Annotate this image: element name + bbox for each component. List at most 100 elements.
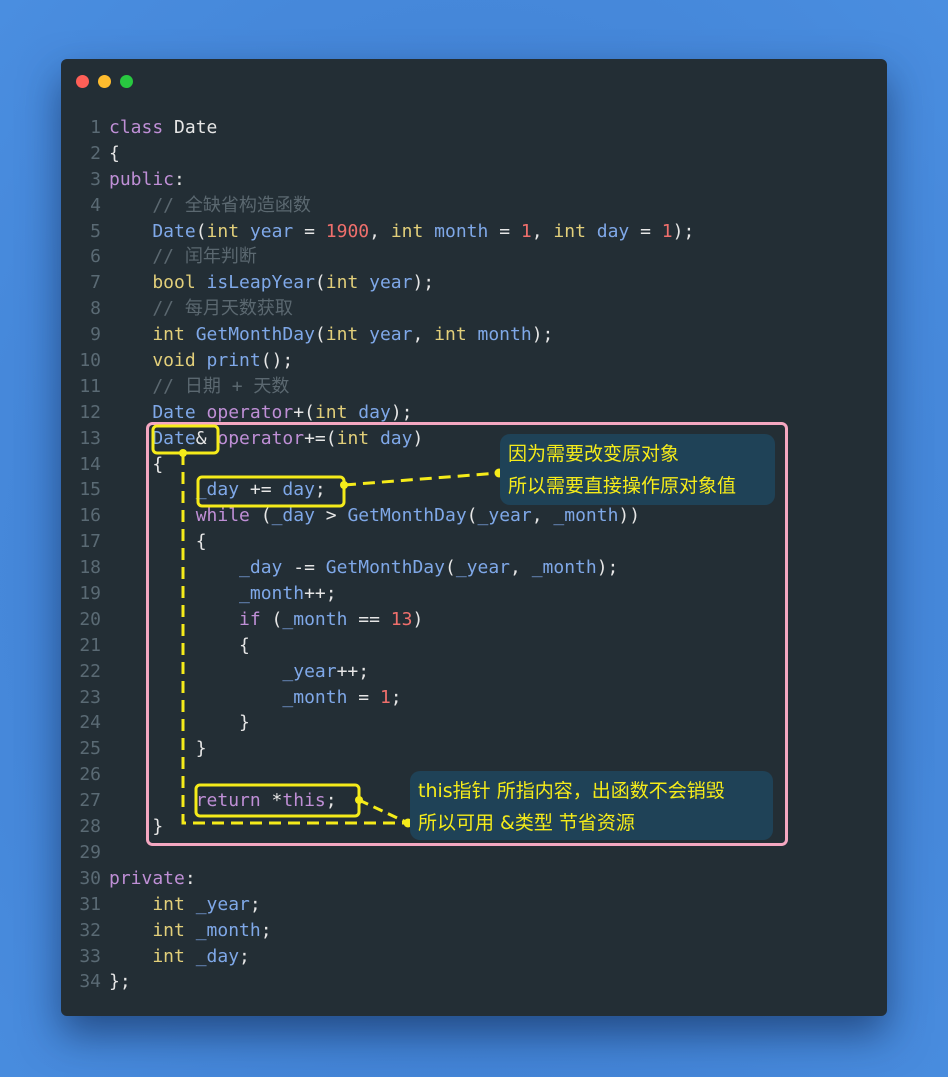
code-token: ; <box>314 479 326 501</box>
code-line: 11 // 日期 + 天数 <box>61 374 887 400</box>
code-token: Date <box>109 427 196 449</box>
code-text: private: <box>101 866 196 892</box>
code-token: == <box>347 608 391 630</box>
close-window-button[interactable] <box>76 75 89 88</box>
code-token: 1 <box>661 220 673 242</box>
callout-this-pointer: this指针 所指内容，出函数不会销毁 所以可用 &类型 节省资源 <box>410 771 773 840</box>
code-text: bool isLeapYear(int year); <box>101 270 434 296</box>
code-token: ); <box>412 272 435 294</box>
code-text: Date& operator+=(int day) <box>101 426 423 452</box>
code-text: } <box>101 814 163 840</box>
code-token: ( <box>444 557 456 579</box>
code-token: = <box>488 220 521 242</box>
code-text: _year++; <box>101 659 369 685</box>
line-number: 32 <box>79 919 101 941</box>
code-text: Date operator+(int day); <box>101 400 412 426</box>
code-token: int <box>325 272 359 294</box>
code-token: ); <box>672 220 695 242</box>
code-token: += <box>239 479 283 501</box>
code-token: 1 <box>379 686 391 708</box>
maximize-window-button[interactable] <box>120 75 133 88</box>
code-token: void <box>109 350 196 372</box>
code-token: private <box>109 867 185 889</box>
code-token: (); <box>260 350 294 372</box>
code-token: GetMonthDay <box>325 557 445 579</box>
code-token: ++; <box>336 660 370 682</box>
code-text: if (_month == 13) <box>101 607 423 633</box>
line-number: 13 <box>79 427 101 449</box>
line-number: 2 <box>90 142 101 164</box>
line-number: 28 <box>79 816 101 838</box>
line-number: 3 <box>90 168 101 190</box>
line-number: 31 <box>79 893 101 915</box>
code-token: _month <box>109 583 305 605</box>
code-text: { <box>101 633 250 659</box>
code-line: 7 bool isLeapYear(int year); <box>61 270 887 296</box>
code-token: // 日期 + 天数 <box>109 375 290 397</box>
code-token: ); <box>596 557 619 579</box>
code-text: } <box>101 710 250 736</box>
code-line: 33 int _day; <box>61 944 887 970</box>
line-number: 5 <box>90 220 101 242</box>
code-text: Date(int year = 1900, int month = 1, int… <box>101 219 694 245</box>
code-token: _month <box>553 505 619 527</box>
code-token: ; <box>325 790 337 812</box>
line-number: 22 <box>79 660 101 682</box>
callout-text: this指针 所指内容，出函数不会销毁 <box>418 780 725 802</box>
line-number: 16 <box>79 505 101 527</box>
code-token: _month <box>531 557 597 579</box>
code-text: { <box>101 529 207 555</box>
code-token: int <box>109 893 185 915</box>
line-number: 14 <box>79 453 101 475</box>
code-token: day <box>347 401 391 423</box>
code-token: ( <box>249 505 272 527</box>
code-token: _month <box>282 608 348 630</box>
code-line: 18 _day -= GetMonthDay(_year, _month); <box>61 555 887 581</box>
code-line: 6 // 闰年判断 <box>61 244 887 270</box>
code-token: +( <box>293 401 315 423</box>
code-token: 13 <box>390 608 413 630</box>
code-line: 32 int _month; <box>61 918 887 944</box>
code-token: int <box>206 220 240 242</box>
line-number: 17 <box>79 531 101 553</box>
code-text: int _month; <box>101 918 272 944</box>
code-token: 1900 <box>325 220 370 242</box>
code-token: { <box>109 634 250 656</box>
code-token: _month <box>109 686 348 708</box>
code-token: ) <box>412 427 424 449</box>
code-token: ( <box>260 608 283 630</box>
code-token: operator <box>206 427 305 449</box>
code-text: // 日期 + 天数 <box>101 374 289 400</box>
line-number: 33 <box>79 945 101 967</box>
line-number: 7 <box>90 272 101 294</box>
line-number: 34 <box>79 971 101 993</box>
code-token: ++; <box>304 583 337 605</box>
code-token: int <box>109 945 185 967</box>
code-token: year <box>358 272 413 294</box>
callout-text: 所以可用 &类型 节省资源 <box>418 812 635 834</box>
code-token: , <box>510 557 532 579</box>
code-token: _day <box>109 479 240 501</box>
code-token: _year <box>109 660 337 682</box>
code-token: year <box>358 324 413 346</box>
code-line: 29 <box>61 840 887 866</box>
code-token: public <box>109 168 175 190</box>
code-text: }; <box>101 969 131 995</box>
code-token: , <box>531 505 554 527</box>
code-token: while <box>109 505 250 527</box>
code-token: day <box>282 479 315 501</box>
code-token: return <box>109 790 261 812</box>
code-window: 1 class Date 2{3 public: 4 // 全缺省构造函数 5 Date(… <box>61 59 887 1016</box>
code-token: , <box>531 220 554 242</box>
minimize-window-button[interactable] <box>98 75 111 88</box>
callout-text: 所以需要直接操作原对象值 <box>508 475 737 497</box>
line-number: 25 <box>79 738 101 760</box>
code-token: GetMonthDay <box>347 505 467 527</box>
code-token: ; <box>260 919 272 941</box>
code-line: 24 } <box>61 710 887 736</box>
code-line: 22 _year++; <box>61 659 887 685</box>
code-token: ( <box>466 505 478 527</box>
code-token: & <box>195 427 207 449</box>
code-token: _day <box>184 945 240 967</box>
line-number: 27 <box>79 790 101 812</box>
